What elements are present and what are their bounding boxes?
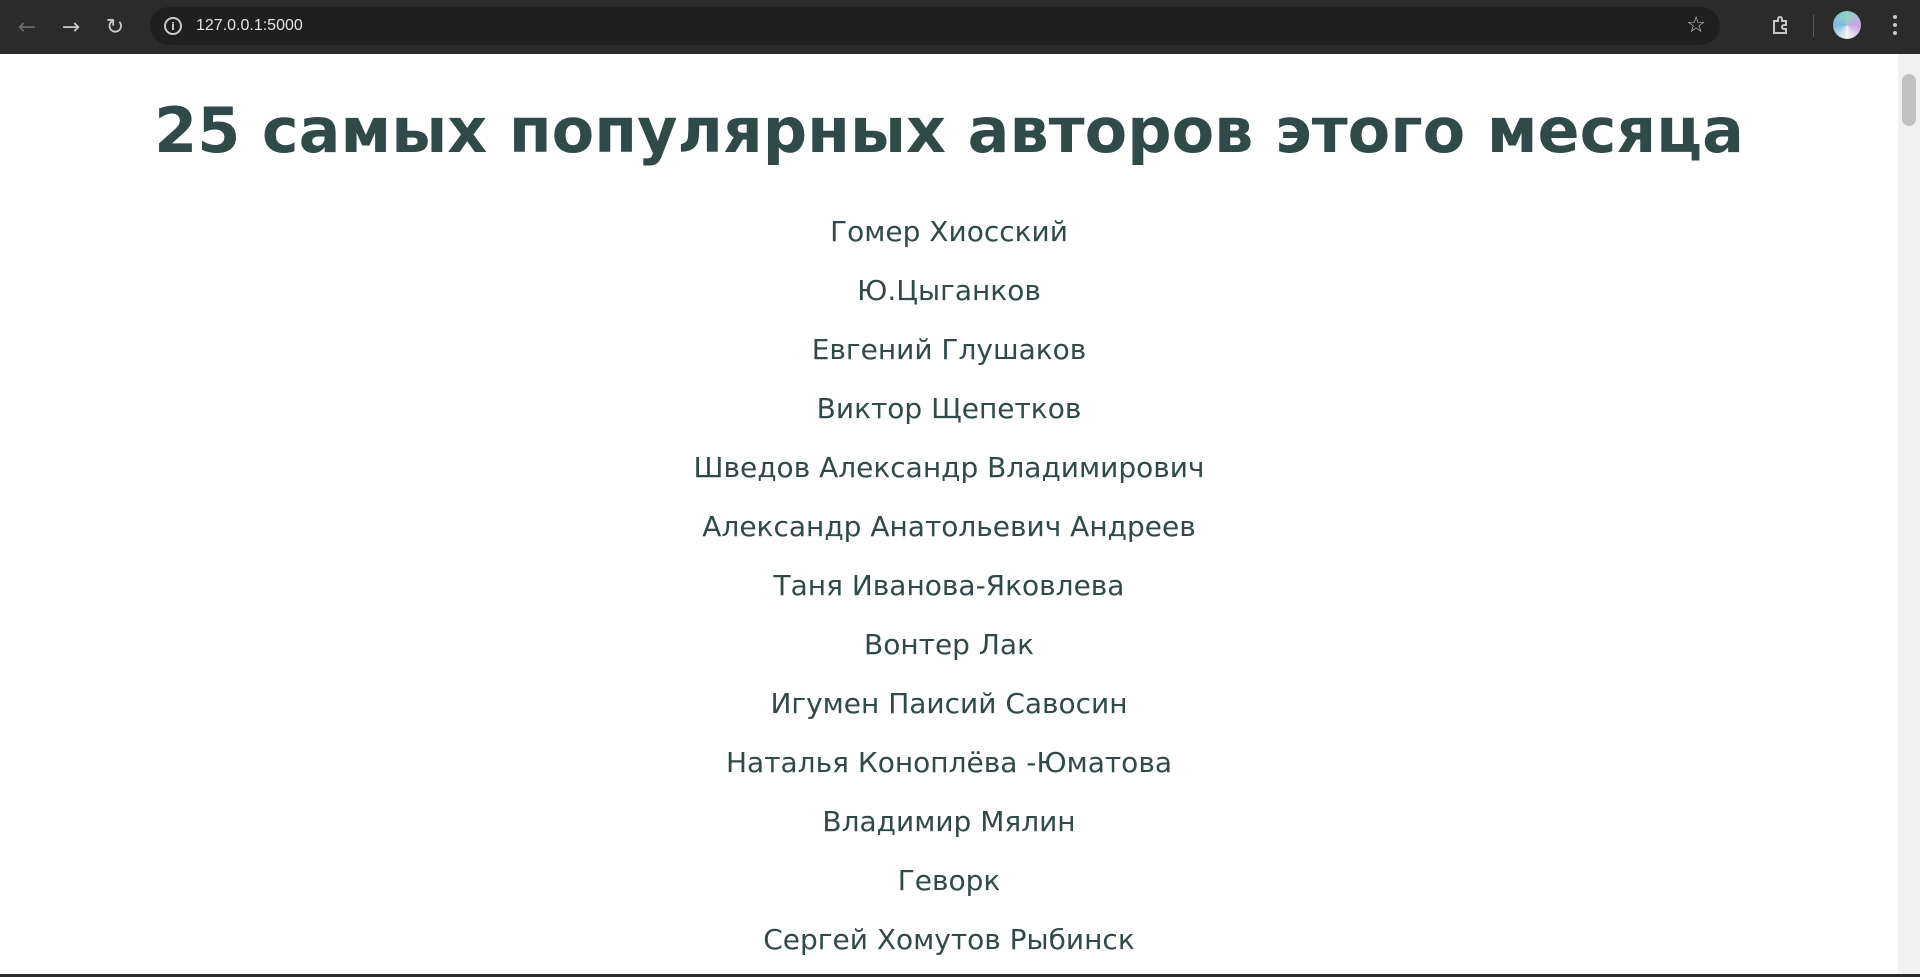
author-item: Геворк: [897, 864, 1001, 897]
page-content: 25 самых популярных авторов этого месяца…: [0, 54, 1898, 977]
star-icon[interactable]: ☆: [1686, 13, 1706, 38]
author-item: Ю.Цыганков: [857, 274, 1041, 307]
author-item: Шведов Александр Владимирович: [693, 451, 1205, 484]
avatar[interactable]: [1833, 11, 1861, 39]
arrow-right-icon: →: [61, 14, 81, 40]
info-icon[interactable]: i: [164, 17, 182, 35]
browser-toolbar: ← → ↻ i 127.0.0.1:5000 ☆: [0, 0, 1920, 54]
puzzle-icon[interactable]: [1766, 10, 1796, 40]
arrow-left-icon: ←: [17, 14, 37, 40]
author-item: Наталья Коноплёва -Юматова: [726, 746, 1172, 779]
author-item: Виктор Щепетков: [816, 392, 1082, 425]
author-item: Александр Анатольевич Андреев: [702, 510, 1196, 543]
author-list: Гомер Хиосский Ю.Цыганков Евгений Глушак…: [0, 202, 1898, 969]
kebab-menu-icon[interactable]: [1880, 10, 1910, 40]
forward-button[interactable]: →: [49, 5, 93, 49]
reload-icon: ↻: [105, 14, 125, 40]
author-item: Сергей Хомутов Рыбинск: [763, 923, 1135, 956]
url-text[interactable]: 127.0.0.1:5000: [196, 17, 303, 35]
author-item: Евгений Глушаков: [811, 333, 1087, 366]
author-item: Владимир Мялин: [822, 805, 1076, 838]
address-bar[interactable]: i 127.0.0.1:5000 ☆: [150, 7, 1720, 45]
scrollbar-thumb[interactable]: [1902, 74, 1916, 126]
reload-button[interactable]: ↻: [93, 5, 137, 49]
author-item: Таня Иванова-Яковлева: [773, 569, 1125, 602]
author-item: Гомер Хиосский: [830, 215, 1068, 248]
back-button[interactable]: ←: [5, 5, 49, 49]
toolbar-divider: [1813, 15, 1814, 37]
author-item: Вонтер Лак: [864, 628, 1034, 661]
author-item: Игумен Паисий Савосин: [770, 687, 1128, 720]
page-title: 25 самых популярных авторов этого месяца: [154, 94, 1744, 167]
vertical-scrollbar[interactable]: [1898, 54, 1920, 977]
